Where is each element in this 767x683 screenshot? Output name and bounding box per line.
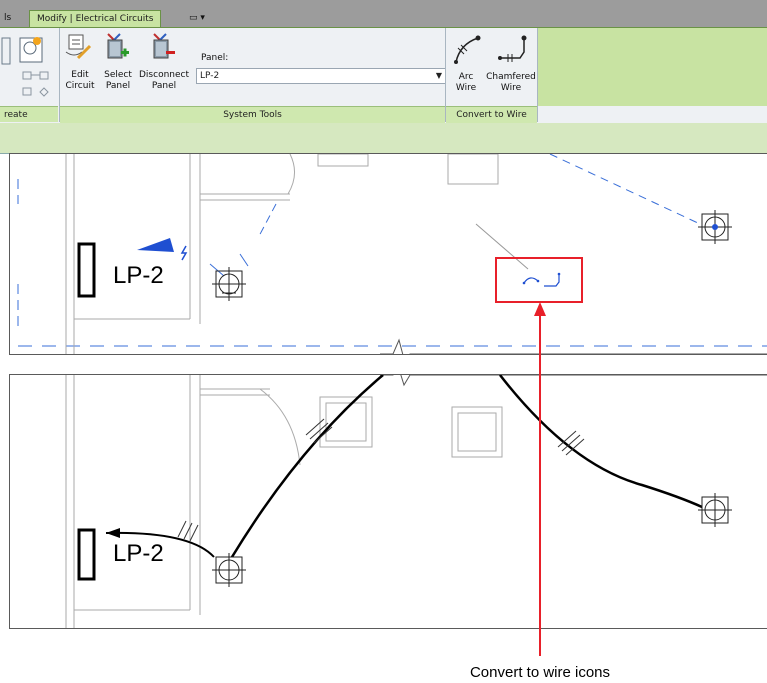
ribbon-empty-area: [537, 28, 767, 106]
floor-plan-bottom: [65, 375, 767, 628]
callout-arrow: [534, 302, 546, 656]
chamfered-wire-label-line1: Chamfered: [486, 72, 536, 82]
edit-circuit-icon: [65, 34, 92, 60]
device-symbol: [698, 210, 732, 244]
device-symbol: [212, 267, 246, 301]
arc-wire-label-line2: Wire: [455, 83, 477, 93]
chamfered-wire-label-line2: Wire: [500, 83, 522, 93]
arc-wire-button[interactable]: Arc Wire: [448, 32, 484, 96]
callout-box: [495, 257, 583, 303]
tab-overflow-dropdown[interactable]: ▭ ▾: [182, 10, 212, 27]
chevron-down-icon: ▼: [435, 71, 442, 80]
select-panel-button[interactable]: Select Panel: [100, 32, 136, 96]
group-label-create: reate: [0, 106, 58, 122]
callout-caption: Convert to wire icons: [469, 664, 611, 681]
arc-wire-label-line1: Arc: [458, 72, 474, 82]
disconnect-panel-label-line1: Disconnect: [139, 70, 189, 80]
group-separator: [537, 28, 538, 122]
panel-tag-top[interactable]: LP-2: [113, 262, 164, 290]
device-symbol: [698, 493, 732, 527]
panel-select[interactable]: LP-2 ▼: [196, 68, 446, 84]
disconnect-panel-label-line2: Panel: [151, 81, 177, 91]
edit-circuit-button[interactable]: Edit Circuit: [62, 32, 98, 96]
panel-tag-bottom[interactable]: LP-2: [113, 540, 164, 568]
drawing-view-top[interactable]: LP-2: [9, 153, 767, 355]
create-group: [0, 30, 58, 106]
group-label-system-tools: System Tools: [60, 106, 445, 123]
chamfered-wire-icon: [498, 35, 527, 62]
drawing-view-bottom[interactable]: LP-2: [9, 374, 767, 629]
tab-modify-electrical-circuits[interactable]: Modify | Electrical Circuits: [29, 10, 162, 28]
create-tools-icon[interactable]: [0, 30, 58, 106]
edit-circuit-label-line1: Edit: [71, 70, 89, 80]
panel-select-value: LP-2: [200, 71, 220, 81]
disconnect-panel-icon: [153, 33, 175, 59]
select-panel-label-line1: Select: [104, 70, 132, 80]
panel-label: Panel:: [201, 53, 229, 63]
arc-wire-icon: [454, 35, 481, 64]
ribbon-tab-bar: ls Modify | Electrical Circuits ▭ ▾: [0, 0, 767, 28]
disconnect-panel-button[interactable]: Disconnect Panel: [138, 32, 190, 96]
chamfered-wire-button[interactable]: Chamfered Wire: [486, 32, 536, 96]
convert-to-wire-icons: [522, 272, 561, 287]
select-panel-icon: [107, 33, 129, 59]
floor-plan-top: [17, 154, 767, 354]
group-label-convert-to-wire: Convert to Wire: [446, 106, 537, 123]
device-symbol: [212, 553, 246, 587]
options-bar: [0, 123, 767, 154]
select-panel-label-line2: Panel: [105, 81, 131, 91]
tab-partial[interactable]: ls: [0, 10, 18, 27]
edit-circuit-label-line2: Circuit: [65, 81, 95, 91]
